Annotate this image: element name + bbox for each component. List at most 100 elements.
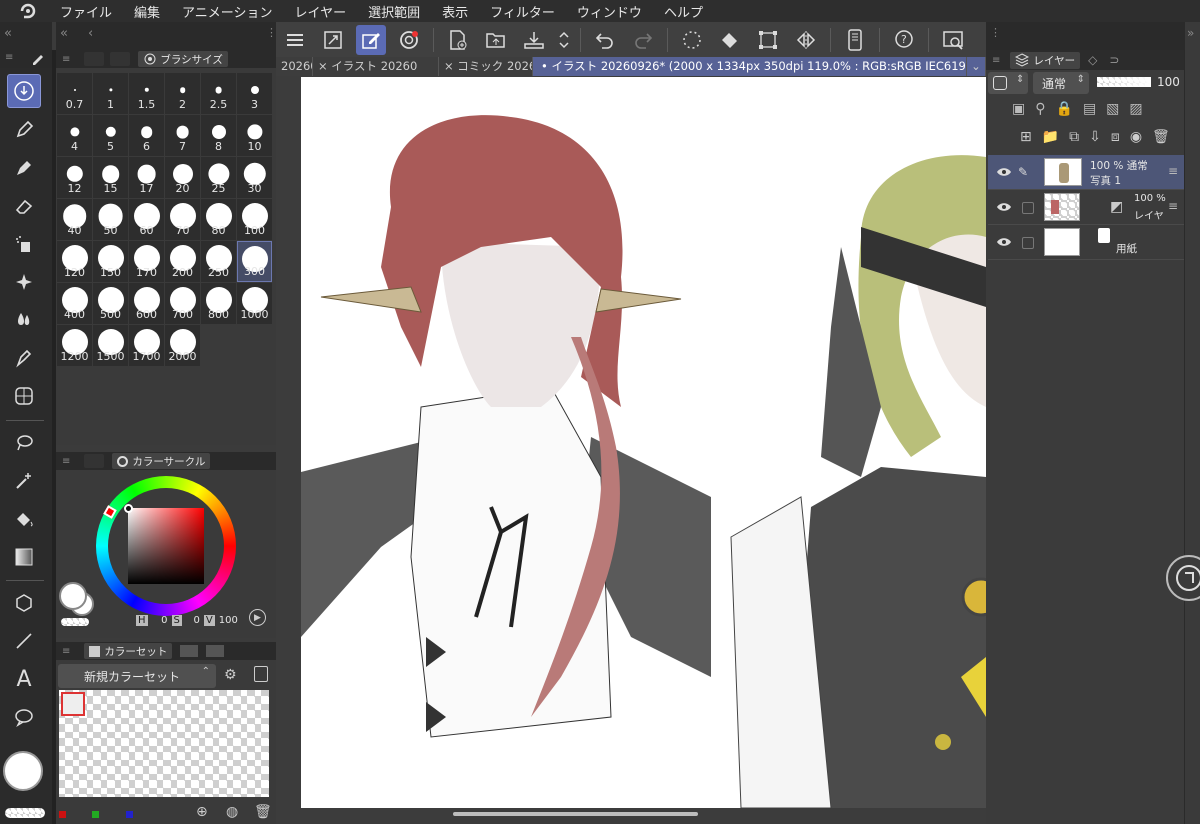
copy-layer-icon[interactable]: ⧉ [1069, 129, 1079, 145]
panel-main-color[interactable] [59, 582, 87, 610]
brush-size-cell[interactable]: 70 [165, 199, 200, 240]
fill-tool-icon[interactable] [7, 502, 41, 536]
main-color-swatch[interactable] [3, 751, 43, 791]
brush-size-cell[interactable]: 2 [165, 73, 200, 114]
new-canvas-icon[interactable] [443, 25, 473, 55]
brush-size-cell[interactable]: 800 [201, 283, 236, 324]
pen-tab-icon[interactable] [30, 50, 46, 69]
brush-size-cell[interactable]: 1 [93, 73, 128, 114]
brush-size-cell[interactable]: 250 [201, 241, 236, 282]
drawing-canvas[interactable] [301, 77, 986, 808]
merge-down-icon[interactable]: ⇩ [1089, 129, 1101, 145]
layer-select-checkbox[interactable] [1022, 202, 1034, 214]
transform-icon[interactable] [753, 25, 783, 55]
brush-size-cell[interactable]: 1500 [93, 325, 128, 366]
layer-select-checkbox[interactable] [1022, 237, 1034, 249]
brush-size-cell[interactable]: 2.5 [201, 73, 236, 114]
deselect-icon[interactable] [677, 25, 707, 55]
brush-size-cell[interactable]: 60 [129, 199, 164, 240]
wrench-icon[interactable]: ⚙ [224, 667, 237, 683]
layer-menu-icon[interactable]: ≡ [1168, 199, 1178, 213]
pick-color-icon[interactable]: ◍ [226, 804, 238, 820]
touch-gesture-tool-icon[interactable] [7, 74, 41, 108]
brush-size-cell[interactable]: 6 [129, 115, 164, 156]
edit-pen-icon[interactable] [356, 24, 386, 55]
menu-selection[interactable]: 選択範囲 [368, 2, 420, 21]
balloon-tool-icon[interactable] [7, 700, 41, 734]
menu-view[interactable]: 表示 [442, 2, 468, 21]
gradient-tool-icon[interactable] [7, 540, 41, 574]
reference-layer-icon[interactable]: ⚲ [1035, 101, 1045, 117]
intermediate-color-tab-icon[interactable] [180, 645, 199, 657]
pencil-tool-icon[interactable] [7, 151, 41, 185]
saturation-value-square[interactable] [128, 508, 204, 584]
blend-mode-dropdown[interactable]: 通常 ⇕ [1033, 72, 1089, 94]
app-logo-icon[interactable] [16, 2, 40, 20]
new-raster-layer-icon[interactable]: ⊞ [1020, 129, 1032, 145]
new-folder-icon[interactable]: 📁 [1042, 129, 1059, 145]
brush-size-cell[interactable]: 4 [57, 115, 92, 156]
sparkle-tool-icon[interactable] [7, 265, 41, 299]
quick-access-button[interactable] [1166, 555, 1200, 601]
collapse-left-icon[interactable]: « [60, 26, 68, 41]
pen-tool-icon[interactable] [7, 113, 41, 147]
menu-layer[interactable]: レイヤー [295, 2, 347, 21]
tab-document-active[interactable]: • イラスト 20260926* (2000 x 1334px 350dpi 1… [533, 57, 967, 76]
brush-size-cell[interactable]: 8 [201, 115, 236, 156]
delete-layer-icon[interactable]: 🗑 [1152, 129, 1170, 145]
layer-tab[interactable]: レイヤー [1010, 51, 1081, 69]
brush-size-cell[interactable]: 200 [165, 241, 200, 282]
layer-row-raster[interactable]: ◩ 100 % レイヤ ≡ [988, 190, 1184, 225]
brush-size-tab[interactable]: ブラシサイズ [138, 51, 228, 67]
mask-icon[interactable]: ▧ [1106, 101, 1119, 117]
opacity-value[interactable]: 100 [1157, 75, 1180, 89]
menu-filter[interactable]: フィルター [490, 2, 555, 21]
smartphone-icon[interactable] [840, 25, 870, 55]
import-icon[interactable] [254, 666, 268, 682]
clip-layer-icon[interactable]: ▣ [1012, 101, 1025, 117]
brush-size-cell[interactable]: 25 [201, 157, 236, 198]
menu-edit[interactable]: 編集 [134, 2, 160, 21]
brush-size-cell[interactable]: 12 [57, 157, 92, 198]
tab-document-1[interactable]: 20260 [276, 57, 313, 76]
layer-row-paper[interactable]: 用紙 [988, 225, 1184, 260]
panel-menu-icon[interactable]: ≡ [62, 54, 70, 65]
brush-size-cell[interactable]: 600 [129, 283, 164, 324]
brush-size-cell[interactable]: 5 [93, 115, 128, 156]
brush-size-cell[interactable]: 3 [237, 73, 272, 114]
menu-lines-icon[interactable]: ≡ [5, 52, 13, 63]
tab-document-3[interactable]: × コミック 20260 [439, 57, 533, 76]
color-set-dropdown[interactable]: 新規カラーセット ⌃ [58, 664, 216, 688]
panel-menu-icon[interactable]: ≡ [62, 456, 70, 467]
layer-row-photo[interactable]: ✎ 100 % 通常 写真 1 ≡ [988, 155, 1184, 190]
help-bubble-icon[interactable]: ? [889, 25, 919, 55]
brush-size-cell[interactable]: 300 [237, 241, 272, 282]
tab-document-2[interactable]: × イラスト 20260 [313, 57, 439, 76]
brush-size-cell[interactable]: 1.5 [129, 73, 164, 114]
collapse-tools-icon[interactable]: « [4, 26, 12, 41]
fit-view-icon[interactable] [318, 25, 348, 55]
brush-size-cell[interactable]: 80 [201, 199, 236, 240]
brush-size-cell[interactable]: 1200 [57, 325, 92, 366]
approximate-color-tab-icon[interactable] [206, 645, 225, 657]
menu-window[interactable]: ウィンドウ [577, 2, 642, 21]
blend-tool-icon[interactable] [7, 303, 41, 337]
visibility-eye-icon[interactable] [996, 166, 1012, 178]
brush-size-cell[interactable]: 50 [93, 199, 128, 240]
mesh-tool-icon[interactable] [7, 379, 41, 413]
brush-size-cell[interactable]: 20 [165, 157, 200, 198]
eraser-tool-icon[interactable] [7, 189, 41, 223]
lasso-tool-icon[interactable] [7, 426, 41, 460]
grip-icon[interactable]: ⋮ [990, 26, 1001, 39]
brush-size-cell[interactable]: 100 [237, 199, 272, 240]
color-set-tab[interactable]: カラーセット [84, 643, 173, 659]
transparent-color-swatch[interactable] [5, 808, 45, 818]
lock-transparent-icon[interactable]: ▤ [1083, 101, 1096, 117]
history-tab-icon[interactable]: ⊃ [1109, 53, 1119, 67]
tool-property-tab-icon[interactable] [110, 52, 131, 66]
text-tool-icon[interactable]: A [7, 662, 41, 696]
color-set-swatches[interactable] [59, 690, 269, 797]
magic-wand-tool-icon[interactable] [7, 464, 41, 498]
layer-color-dropdown[interactable]: ⇕ [988, 72, 1028, 94]
disable-mask-icon[interactable]: ▨ [1129, 101, 1142, 117]
